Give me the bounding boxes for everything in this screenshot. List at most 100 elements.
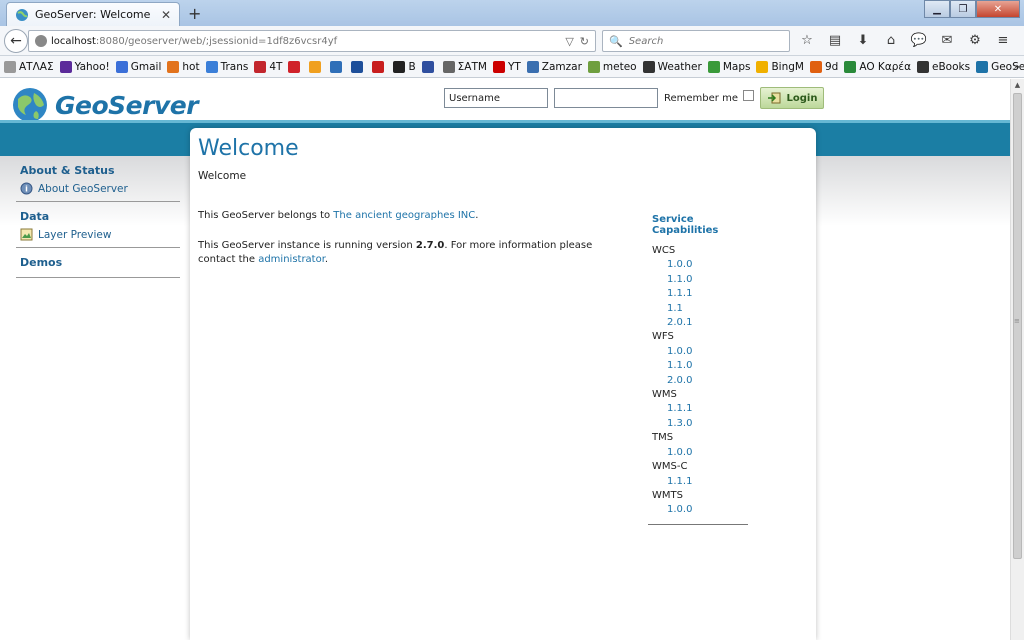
tab-close-icon[interactable]: ✕	[161, 8, 171, 22]
service-version-link[interactable]: 2.0.0	[652, 374, 754, 388]
sidebar-group-title[interactable]: Data	[16, 208, 180, 225]
bookmark-favicon-icon	[756, 60, 769, 73]
service-version-link[interactable]: 1.0.0	[652, 503, 754, 517]
browser-titlebar: GeoServer: Welcome ✕ + ▁ ❐ ✕	[0, 0, 1024, 26]
bookmark-label: AO Καρέα	[859, 60, 911, 73]
owner-link[interactable]: The ancient geographes INC	[333, 210, 475, 221]
window-controls: ▁ ❐ ✕	[924, 0, 1020, 18]
bookmark-favicon-icon	[442, 60, 455, 73]
bookmark-item[interactable]: hot	[167, 60, 200, 73]
download-icon[interactable]: ⬇	[854, 32, 872, 50]
site-info-icon[interactable]	[35, 35, 47, 47]
service-version-link[interactable]: 1.1.0	[652, 273, 754, 287]
bookmark-item[interactable]	[372, 60, 387, 73]
bookmark-favicon-icon	[393, 60, 406, 73]
login-label: Login	[786, 92, 818, 104]
scroll-up-icon[interactable]: ▲	[1011, 79, 1024, 91]
service-version-link[interactable]: 1.1.1	[652, 287, 754, 301]
bookmark-item[interactable]: 9d	[809, 60, 839, 73]
sidebar-item[interactable]: Layer Preview	[16, 225, 180, 241]
window-close-button[interactable]: ✕	[976, 0, 1020, 18]
bookmark-item[interactable]: Gmail	[115, 60, 161, 73]
bookmark-label: Maps	[722, 60, 751, 73]
service-version-link[interactable]: 1.1.1	[652, 475, 754, 489]
search-input[interactable]	[628, 35, 779, 47]
service-version-link[interactable]: 1.1	[652, 302, 754, 316]
new-tab-button[interactable]: +	[188, 4, 201, 23]
scroll-thumb[interactable]	[1013, 93, 1022, 559]
service-version-link[interactable]: 1.0.0	[652, 345, 754, 359]
bookmark-item[interactable]	[288, 60, 303, 73]
minimize-button[interactable]: ▁	[924, 0, 950, 18]
service-version-link[interactable]: 1.0.0	[652, 446, 754, 460]
bookmark-item[interactable]: Maps	[707, 60, 751, 73]
service-name: WFS	[652, 331, 674, 343]
bookmark-item[interactable]: Weather	[642, 60, 702, 73]
login-icon	[767, 92, 780, 104]
menu-icon[interactable]: ≡	[994, 32, 1012, 50]
reload-icon[interactable]: ↻	[580, 35, 589, 48]
sidebar-group-title[interactable]: About & Status	[16, 162, 180, 179]
bookmark-item[interactable]: 4T	[254, 60, 282, 73]
page-title: Welcome	[198, 136, 299, 161]
bookmark-item[interactable]: B	[393, 60, 416, 73]
reading-list-icon[interactable]: ▤	[826, 32, 844, 50]
browser-tab[interactable]: GeoServer: Welcome ✕	[6, 2, 180, 26]
password-field[interactable]	[554, 88, 658, 108]
bookmark-item[interactable]: eBooks	[917, 60, 971, 73]
address-bar[interactable]: localhost:8080/geoserver/web/;jsessionid…	[28, 30, 596, 52]
logo-text: GeoServer	[55, 90, 199, 120]
bookmark-item[interactable]: ΣΑΤΜ	[442, 60, 487, 73]
bookmark-label: hot	[182, 60, 200, 73]
bookmark-item[interactable]: YT	[492, 60, 521, 73]
bookmark-item[interactable]: AO Καρέα	[844, 60, 911, 73]
maximize-button[interactable]: ❐	[950, 0, 976, 18]
bookmark-item[interactable]: Trans	[205, 60, 249, 73]
service-version-link[interactable]: 1.1.0	[652, 359, 754, 373]
bookmark-item[interactable]: Zamzar	[526, 60, 582, 73]
administrator-link[interactable]: administrator	[258, 254, 325, 265]
svg-text:i: i	[25, 185, 28, 194]
service-version-link[interactable]: 2.0.1	[652, 316, 754, 330]
service-version-link[interactable]: 1.0.0	[652, 258, 754, 272]
bookmark-item[interactable]: Yahoo!	[59, 60, 110, 73]
service-name: WMS-C	[652, 461, 688, 473]
sidebar-group: About & Status i About GeoServer	[16, 162, 180, 202]
extension-icon[interactable]: ⚙	[966, 32, 984, 50]
mail-icon[interactable]: ✉	[938, 32, 956, 50]
bookmark-label: YT	[507, 60, 521, 73]
bookmark-item[interactable]	[309, 60, 324, 73]
bookmark-item[interactable]: ΑΤΛΑΣ	[4, 60, 54, 73]
dropdown-arrow-icon[interactable]: ▽	[565, 35, 573, 48]
bookmark-label: 9d	[824, 60, 839, 73]
url-text[interactable]: localhost:8080/geoserver/web/;jsessionid…	[51, 36, 565, 47]
bookmark-item[interactable]	[330, 60, 345, 73]
login-button[interactable]: Login	[759, 87, 824, 109]
geoserver-logo[interactable]: GeoServer	[10, 85, 199, 125]
bookmarks-overflow-button[interactable]: »	[1013, 60, 1020, 73]
search-bar[interactable]: 🔍	[602, 30, 790, 52]
bookmark-item[interactable]: BingM	[756, 60, 804, 73]
home-icon[interactable]: ⌂	[882, 32, 900, 50]
bookmark-favicon-icon	[976, 60, 989, 73]
service-version-link[interactable]: 1.3.0	[652, 417, 754, 431]
bookmark-favicon-icon	[707, 60, 720, 73]
bookmark-item[interactable]: meteo	[587, 60, 637, 73]
sidebar-item[interactable]: i About GeoServer	[16, 179, 180, 195]
service-version-link[interactable]: 1.1.1	[652, 402, 754, 416]
bookmark-favicon-icon	[167, 60, 180, 73]
bookmark-label: BingM	[771, 60, 804, 73]
sidebar-group: Demos	[16, 254, 180, 278]
bookmark-star-icon[interactable]: ☆	[798, 32, 816, 50]
bookmark-item[interactable]	[351, 60, 366, 73]
back-button[interactable]: ←	[4, 29, 28, 53]
bookmark-item[interactable]	[421, 60, 437, 73]
bookmark-label: eBooks	[932, 60, 971, 73]
username-field[interactable]	[444, 88, 548, 108]
bookmark-label: Trans	[220, 60, 249, 73]
bookmark-label: Weather	[657, 60, 702, 73]
sidebar-group-title[interactable]: Demos	[16, 254, 180, 271]
chat-icon[interactable]: 💬	[910, 32, 928, 50]
page-scrollbar[interactable]: ▲ ≡	[1010, 79, 1024, 640]
remember-me-checkbox[interactable]	[742, 89, 754, 101]
